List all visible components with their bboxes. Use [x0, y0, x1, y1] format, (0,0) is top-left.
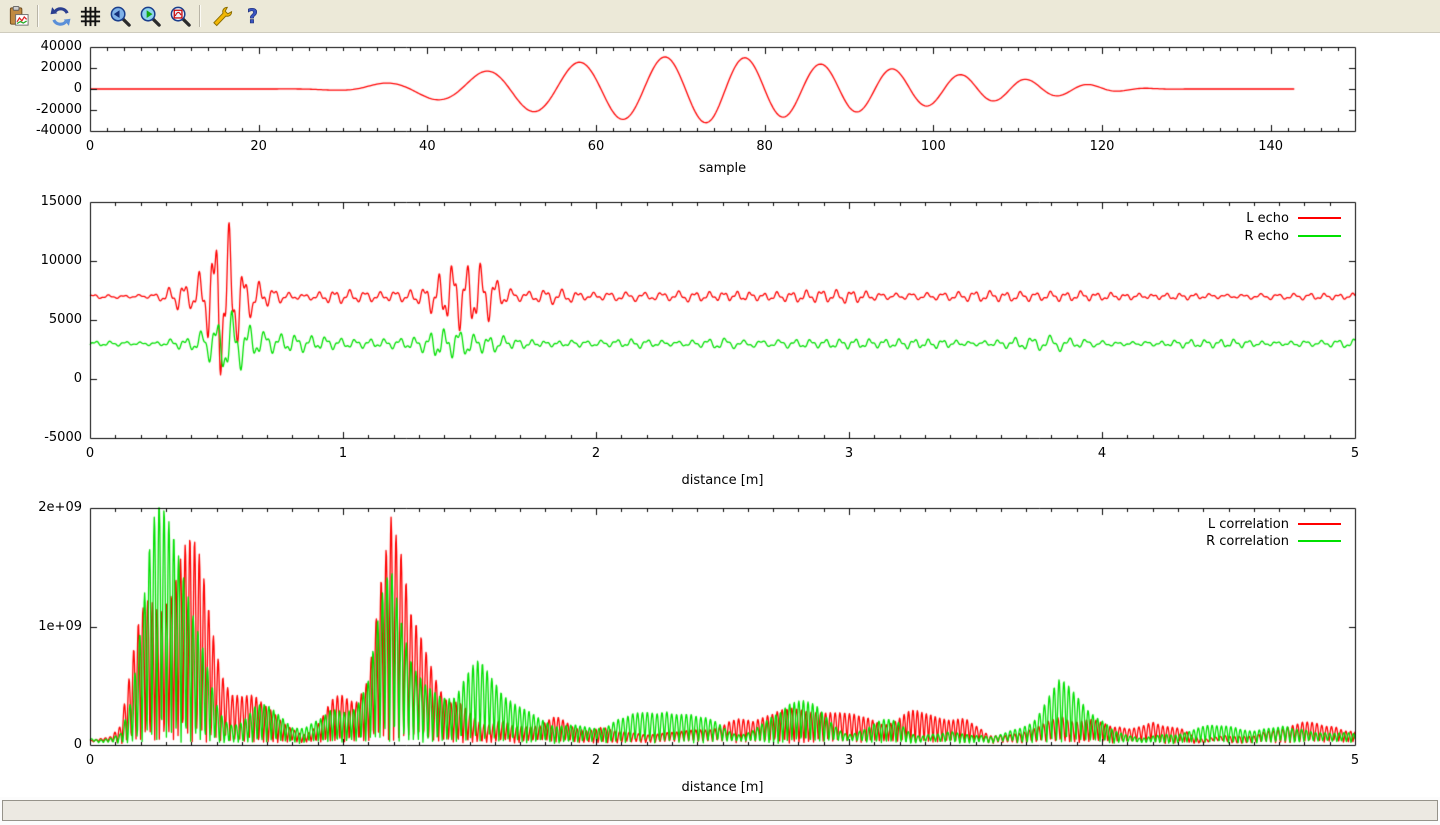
- zoom-region-button[interactable]: [167, 3, 194, 30]
- help-button[interactable]: ?: [239, 3, 266, 30]
- refresh-icon: [49, 5, 72, 28]
- configure-button[interactable]: [209, 3, 236, 30]
- clipboard-chart-icon: [7, 5, 30, 28]
- grid-icon: [79, 5, 102, 28]
- wrench-icon: [211, 5, 234, 28]
- status-bar: [0, 797, 1440, 825]
- question-mark-icon: ?: [241, 5, 264, 28]
- magnifier-right-arrow-icon: [139, 5, 162, 28]
- plot-canvas[interactable]: [0, 33, 1440, 797]
- magnifier-plot-icon: [169, 5, 192, 28]
- toolbar: ?: [0, 0, 1440, 33]
- zoom-next-button[interactable]: [137, 3, 164, 30]
- toolbar-separator: [37, 5, 39, 27]
- status-text: [2, 800, 1438, 821]
- toolbar-separator: [199, 5, 201, 27]
- replot-button[interactable]: [47, 3, 74, 30]
- gnuplot-window: ? sample distance [m] distance [m] L ech…: [0, 0, 1440, 825]
- zoom-previous-button[interactable]: [107, 3, 134, 30]
- toggle-grid-button[interactable]: [77, 3, 104, 30]
- plot-area: sample distance [m] distance [m] L echo …: [0, 33, 1440, 797]
- magnifier-left-arrow-icon: [109, 5, 132, 28]
- svg-text:?: ?: [247, 5, 258, 28]
- copy-plot-button[interactable]: [5, 3, 32, 30]
